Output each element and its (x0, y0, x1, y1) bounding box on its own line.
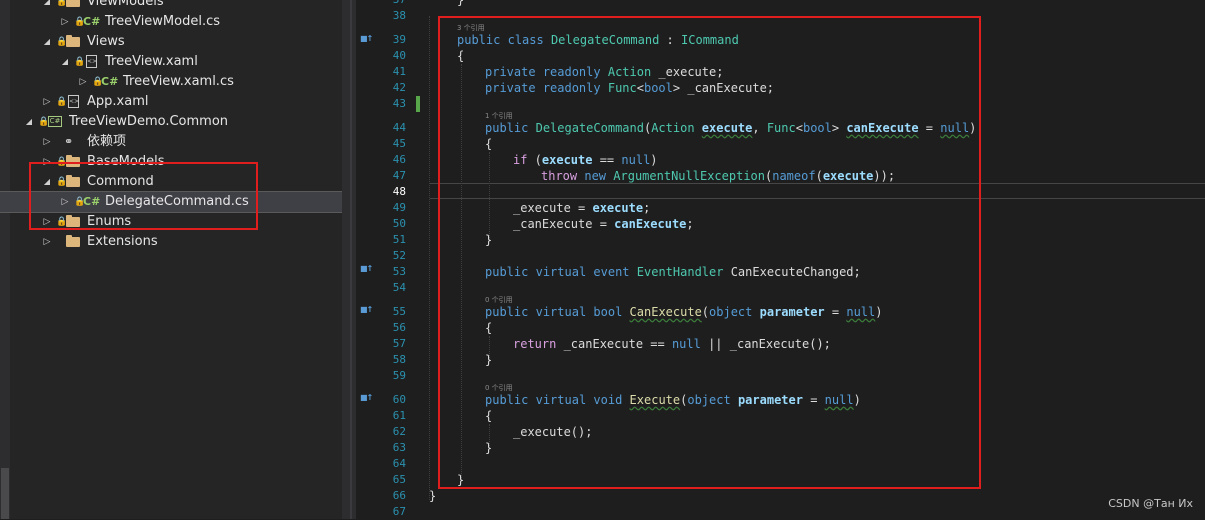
line-number: 54 (392, 281, 406, 294)
watermark: CSDN @Тан Их (1108, 497, 1193, 510)
expanded-arrow-icon[interactable]: ◢ (42, 32, 52, 52)
csharp-file-icon: C# (101, 75, 119, 88)
line-number: 39 (392, 33, 406, 46)
tree-item-label: Extensions (87, 234, 158, 249)
lock-icon: 🔒 (92, 77, 104, 87)
collapsed-arrow-icon[interactable]: ▷ (60, 12, 70, 32)
line-number: 43 (392, 97, 406, 110)
folder-icon (66, 35, 80, 47)
line-number: 45 (392, 137, 406, 150)
line-number: 57 (392, 337, 406, 350)
annotation-highlight-box-explorer (29, 162, 258, 230)
line-number: 53 (392, 265, 406, 278)
folder-icon (66, 235, 80, 247)
line-number: 50 (392, 217, 406, 230)
line-number: 49 (392, 201, 406, 214)
collapsed-arrow-icon[interactable]: ▷ (42, 132, 52, 152)
expanded-arrow-icon[interactable]: ◢ (42, 0, 52, 12)
outlining-margin[interactable] (424, 0, 434, 519)
tree-item-app-xaml[interactable]: ▷ 🔒 <> App.xaml (0, 92, 342, 112)
line-number: 38 (392, 9, 406, 22)
collapsed-arrow-icon[interactable]: ▷ (78, 72, 88, 92)
line-number-current: 48 (392, 185, 406, 198)
indicator-margin: ■↑ ■↑ ■↑ ■↑ (356, 0, 376, 519)
code-line-66: } (429, 489, 437, 503)
solution-explorer: ◢ 🔒 ViewModels ▷ 🔒 C# TreeViewModel.cs ◢… (0, 0, 342, 519)
tree-item-label: TreeViewDemo.Common (69, 114, 229, 129)
tree-item-treeview-xaml[interactable]: ◢ 🔒 <> TreeView.xaml (0, 52, 342, 72)
collapsed-arrow-icon[interactable]: ▷ (42, 92, 52, 112)
line-number: 41 (392, 65, 406, 78)
code-line-37: } (457, 0, 465, 7)
expanded-arrow-icon[interactable]: ◢ (24, 112, 34, 132)
line-number: 58 (392, 353, 406, 366)
tree-item-label: TreeViewModel.cs (105, 14, 221, 29)
folder-icon (66, 0, 80, 7)
pane-splitter[interactable] (342, 0, 356, 519)
xaml-file-icon: <> (68, 95, 79, 108)
implements-interface-icon[interactable]: ■↑ (360, 34, 373, 44)
tree-item-extensions[interactable]: ▷ Extensions (0, 232, 342, 252)
lock-icon: 🔒 (56, 97, 68, 107)
line-number: 52 (392, 249, 406, 262)
line-number: 55 (392, 305, 406, 318)
line-number: 47 (392, 169, 406, 182)
csharp-file-icon: C# (83, 15, 101, 28)
unsaved-change-indicator (416, 96, 420, 112)
explorer-scrollbar-thumb[interactable] (1, 468, 9, 519)
tree-item-dependencies[interactable]: ▷ ⚭ 依赖项 (0, 132, 342, 152)
tree-item-label: ViewModels (87, 0, 164, 9)
line-number: 60 (392, 393, 406, 406)
implements-member-icon[interactable]: ■↑ (360, 393, 373, 403)
tree-item-views[interactable]: ◢ 🔒 Views (0, 32, 342, 52)
line-number: 40 (392, 49, 406, 62)
tree-item-label: App.xaml (87, 94, 149, 109)
lock-icon: 🔒 (74, 17, 86, 27)
line-number: 46 (392, 153, 406, 166)
tree-item-viewmodels[interactable]: ◢ 🔒 ViewModels (0, 0, 342, 12)
line-number: 37 (393, 0, 406, 8)
collapsed-arrow-icon[interactable]: ▷ (42, 232, 52, 252)
line-number: 62 (392, 425, 406, 438)
dependencies-icon: ⚭ (64, 135, 74, 148)
line-number-gutter: 37 38 39 40 41 42 43 44 45 46 47 48 49 5… (376, 0, 406, 519)
line-number: 44 (392, 121, 406, 134)
line-number: 61 (392, 409, 406, 422)
line-number: 56 (392, 321, 406, 334)
expanded-arrow-icon[interactable]: ◢ (60, 52, 70, 72)
line-number: 63 (392, 441, 406, 454)
lock-icon: 🔒 (38, 117, 50, 127)
lock-icon: 🔒 (74, 57, 86, 67)
tree-item-treeviewmodel-cs[interactable]: ▷ 🔒 C# TreeViewModel.cs (0, 12, 342, 32)
line-number: 42 (392, 81, 406, 94)
line-number: 59 (392, 369, 406, 382)
line-number: 65 (392, 473, 406, 486)
lock-icon: 🔒 (56, 0, 68, 7)
line-number: 64 (392, 457, 406, 470)
implements-member-icon[interactable]: ■↑ (360, 305, 373, 315)
line-number: 51 (392, 233, 406, 246)
lock-icon: 🔒 (56, 37, 68, 47)
tree-item-label: TreeView.xaml.cs (123, 74, 234, 89)
tree-item-label: TreeView.xaml (105, 54, 198, 69)
tree-item-label: Views (87, 34, 125, 49)
tree-item-treeview-xaml-cs[interactable]: ▷ 🔒 C# TreeView.xaml.cs (0, 72, 342, 92)
implements-member-icon[interactable]: ■↑ (360, 264, 373, 274)
tree-item-project-treeviewdemo-common[interactable]: ◢ 🔒 C# TreeViewDemo.Common (0, 112, 342, 132)
annotation-highlight-box-code (438, 16, 981, 489)
csharp-project-icon: C# (48, 116, 62, 127)
tree-item-label: 依赖项 (87, 134, 127, 149)
line-number: 67 (392, 505, 406, 518)
xaml-file-icon: <> (86, 55, 97, 68)
outline-guide (429, 16, 430, 500)
line-number: 66 (392, 489, 406, 502)
